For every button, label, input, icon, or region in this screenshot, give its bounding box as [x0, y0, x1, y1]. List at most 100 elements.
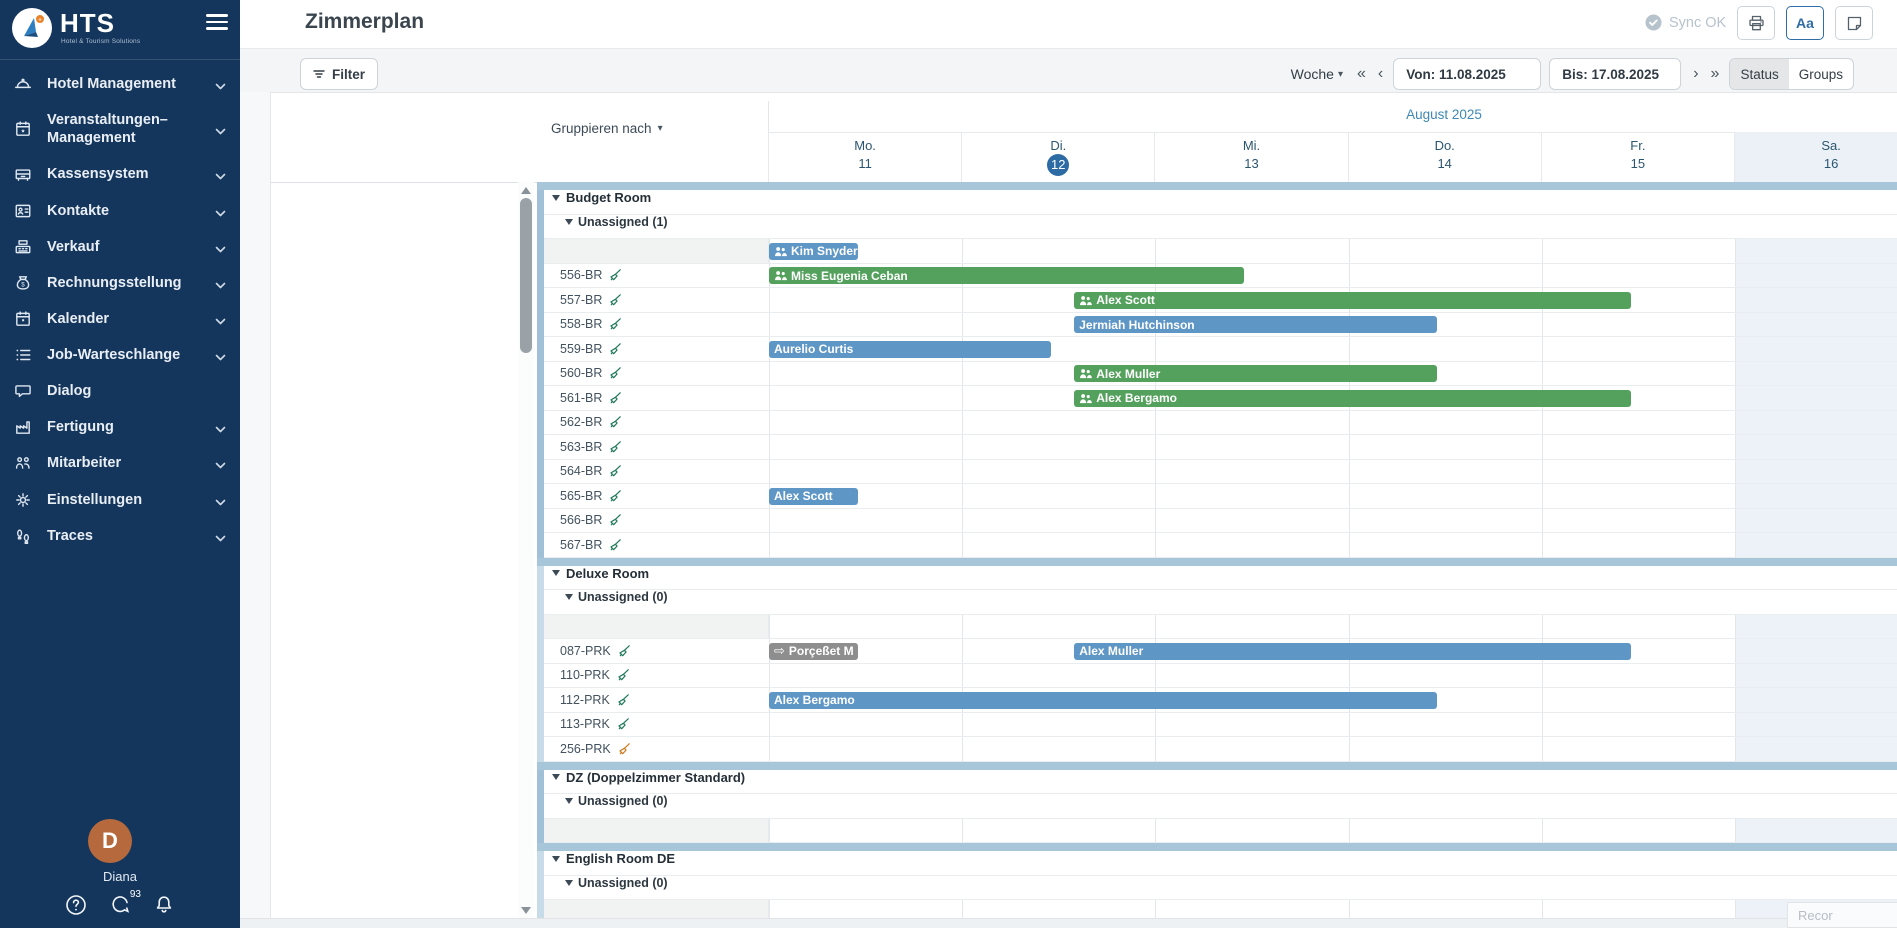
scroll-up-icon[interactable]: [521, 187, 531, 194]
guests-icon: [1079, 393, 1092, 404]
broom-icon: [608, 293, 622, 307]
guest-name: Aurelio Curtis: [774, 342, 853, 356]
toggle-groups[interactable]: Groups: [1789, 59, 1853, 89]
booking-bar-alex-bergamo[interactable]: Alex Bergamo: [1074, 390, 1630, 407]
sidebar-item-label: Mitarbeiter: [47, 454, 121, 472]
day-header-mo-11[interactable]: Mo.11: [768, 132, 961, 182]
booking-bar-alex-muller[interactable]: Alex Muller: [1074, 365, 1437, 382]
day-header-mi-13[interactable]: Mi.13: [1154, 132, 1347, 182]
logo-area: + HTS Hotel & Tourism Solutions: [0, 0, 240, 60]
bell-icon[interactable]: [153, 894, 175, 916]
day-header-fr-15[interactable]: Fr.15: [1541, 132, 1734, 182]
day-header-sa-16[interactable]: Sa.16: [1734, 132, 1897, 182]
booking-bar-miss-eugenia-ceban[interactable]: Miss Eugenia Ceban: [769, 267, 1244, 284]
avatar[interactable]: D: [88, 819, 132, 863]
calendar-icon: [14, 310, 34, 328]
print-button[interactable]: [1737, 6, 1775, 40]
broom-icon: [616, 693, 630, 707]
scroll-down-icon[interactable]: [521, 907, 531, 914]
bottom-strip: [240, 918, 1897, 928]
guests-icon: [1079, 295, 1092, 306]
day-name: Mi.: [1155, 138, 1347, 153]
guests-icon: [1079, 368, 1092, 379]
vertical-scrollbar[interactable]: [518, 182, 534, 919]
booking-bar-alex-bergamo[interactable]: Alex Bergamo: [769, 692, 1437, 709]
broom-icon: [608, 366, 622, 380]
hamburger-menu-icon[interactable]: [206, 10, 228, 34]
logo-text: HTS: [60, 8, 115, 39]
sidebar-item-kontakte[interactable]: Kontakte: [0, 193, 240, 229]
group-header-deluxe-room[interactable]: Deluxe Room: [544, 566, 1897, 591]
sidebar-item-kassensystem[interactable]: Kassensystem: [0, 156, 240, 192]
filter-bar: Filter Woche ▾ « ‹ Von: 11.08.2025 Bis: …: [240, 48, 1897, 92]
group-header-dz-doppelzimmer-standard[interactable]: DZ (Doppelzimmer Standard): [544, 770, 1897, 795]
booking-bar-jermiah-hutchinson[interactable]: Jermiah Hutchinson: [1074, 316, 1437, 333]
sidebar-item-traces[interactable]: Traces: [0, 518, 240, 554]
sidebar-item-fertigung[interactable]: Fertigung: [0, 409, 240, 445]
date-from-input[interactable]: Von: 11.08.2025: [1393, 58, 1541, 90]
prev-button[interactable]: ‹: [1376, 65, 1385, 83]
scrollbar-thumb[interactable]: [520, 198, 532, 353]
unassigned-header-deluxe-room[interactable]: Unassigned (0): [544, 590, 1897, 615]
room-number: 559-BR: [560, 342, 602, 356]
broom-status-icon: [608, 366, 622, 380]
collapse-caret-icon: [565, 219, 573, 225]
sidebar-item-job-warteschlange[interactable]: Job-Warteschlange: [0, 337, 240, 373]
sidebar-item-mitarbeiter[interactable]: Mitarbeiter: [0, 445, 240, 481]
room-label: 564-BR: [544, 464, 622, 478]
sidebar-item-einstellungen[interactable]: Einstellungen: [0, 482, 240, 518]
guests-icon: [774, 246, 787, 257]
printer-icon: [1748, 15, 1765, 32]
unassigned-label: Unassigned (1): [578, 215, 668, 229]
room-label-cell: 110-PRK: [544, 664, 769, 688]
room-row-113-prk: 113-PRK: [544, 713, 1897, 738]
filter-button[interactable]: Filter: [300, 58, 378, 90]
prev-fast-button[interactable]: «: [1355, 65, 1368, 83]
unassigned-header-english-room-de[interactable]: Unassigned (0): [544, 876, 1897, 901]
room-row-566-br: 566-BR: [544, 509, 1897, 534]
money-bag-icon: $: [14, 274, 34, 292]
collapse-caret-icon: [565, 594, 573, 600]
day-header-do-14[interactable]: Do.14: [1348, 132, 1541, 182]
group-header-english-room-de[interactable]: English Room DE: [544, 851, 1897, 876]
chat-icon[interactable]: 93: [109, 894, 131, 916]
chat-badge: 93: [130, 889, 141, 900]
checkout-arrow-icon: ⇨: [774, 643, 785, 659]
booking-bar-por-e-et-m[interactable]: ⇨Porçeßet M: [769, 643, 858, 660]
unassigned-lane-label: [544, 615, 769, 639]
room-label-cell: 562-BR: [544, 411, 769, 435]
sidebar-item-label: Veranstaltungen–Management: [47, 111, 197, 147]
booking-bar-aurelio-curtis[interactable]: Aurelio Curtis: [769, 341, 1051, 358]
room-label: 112-PRK: [544, 693, 630, 707]
broom-status-icon: [608, 293, 622, 307]
toggle-status[interactable]: Status: [1730, 59, 1788, 89]
sidebar-item-kalender[interactable]: Kalender: [0, 301, 240, 337]
group-header-budget-room[interactable]: Budget Room: [544, 190, 1897, 215]
room-label: 556-BR: [544, 268, 622, 282]
date-to-input[interactable]: Bis: 17.08.2025: [1549, 58, 1681, 90]
sidebar-item-veranstaltungen-management[interactable]: Veranstaltungen–Management: [0, 102, 240, 156]
chevron-down-icon: ▾: [1338, 69, 1343, 80]
booking-bar-alex-scott[interactable]: Alex Scott: [1074, 292, 1630, 309]
unassigned-header-dz-doppelzimmer-standard[interactable]: Unassigned (0): [544, 794, 1897, 819]
sidebar-item-rechnungsstellung[interactable]: $Rechnungsstellung: [0, 265, 240, 301]
chevron-down-icon: [215, 79, 226, 97]
booking-bar-alex-scott[interactable]: Alex Scott: [769, 488, 858, 505]
room-row-559-br: 559-BRAurelio CurtisJack+: A: [544, 337, 1897, 362]
unassigned-header-budget-room[interactable]: Unassigned (1): [544, 215, 1897, 240]
room-label-cell: 087-PRK: [544, 639, 769, 663]
room-row-565-br: 565-BRAlex Scott: [544, 484, 1897, 509]
sidebar-item-dialog[interactable]: Dialog: [0, 373, 240, 409]
booking-bar-kim-snyder[interactable]: Kim Snyder: [769, 243, 858, 260]
help-icon[interactable]: [65, 894, 87, 916]
font-size-button[interactable]: Aa: [1786, 6, 1824, 40]
range-mode-dropdown[interactable]: Woche ▾: [1291, 66, 1343, 82]
booking-bar-alex-muller[interactable]: Alex Muller: [1074, 643, 1630, 660]
sidebar-item-hotel-management[interactable]: Hotel Management: [0, 66, 240, 102]
day-header-di-12[interactable]: Di.12: [961, 132, 1154, 182]
next-fast-button[interactable]: »: [1709, 65, 1722, 83]
group-by-dropdown[interactable]: Gruppieren nach ▾: [551, 121, 663, 136]
notes-button[interactable]: [1835, 6, 1873, 40]
sidebar-item-verkauf[interactable]: Verkauf: [0, 229, 240, 265]
next-button[interactable]: ›: [1691, 65, 1700, 83]
